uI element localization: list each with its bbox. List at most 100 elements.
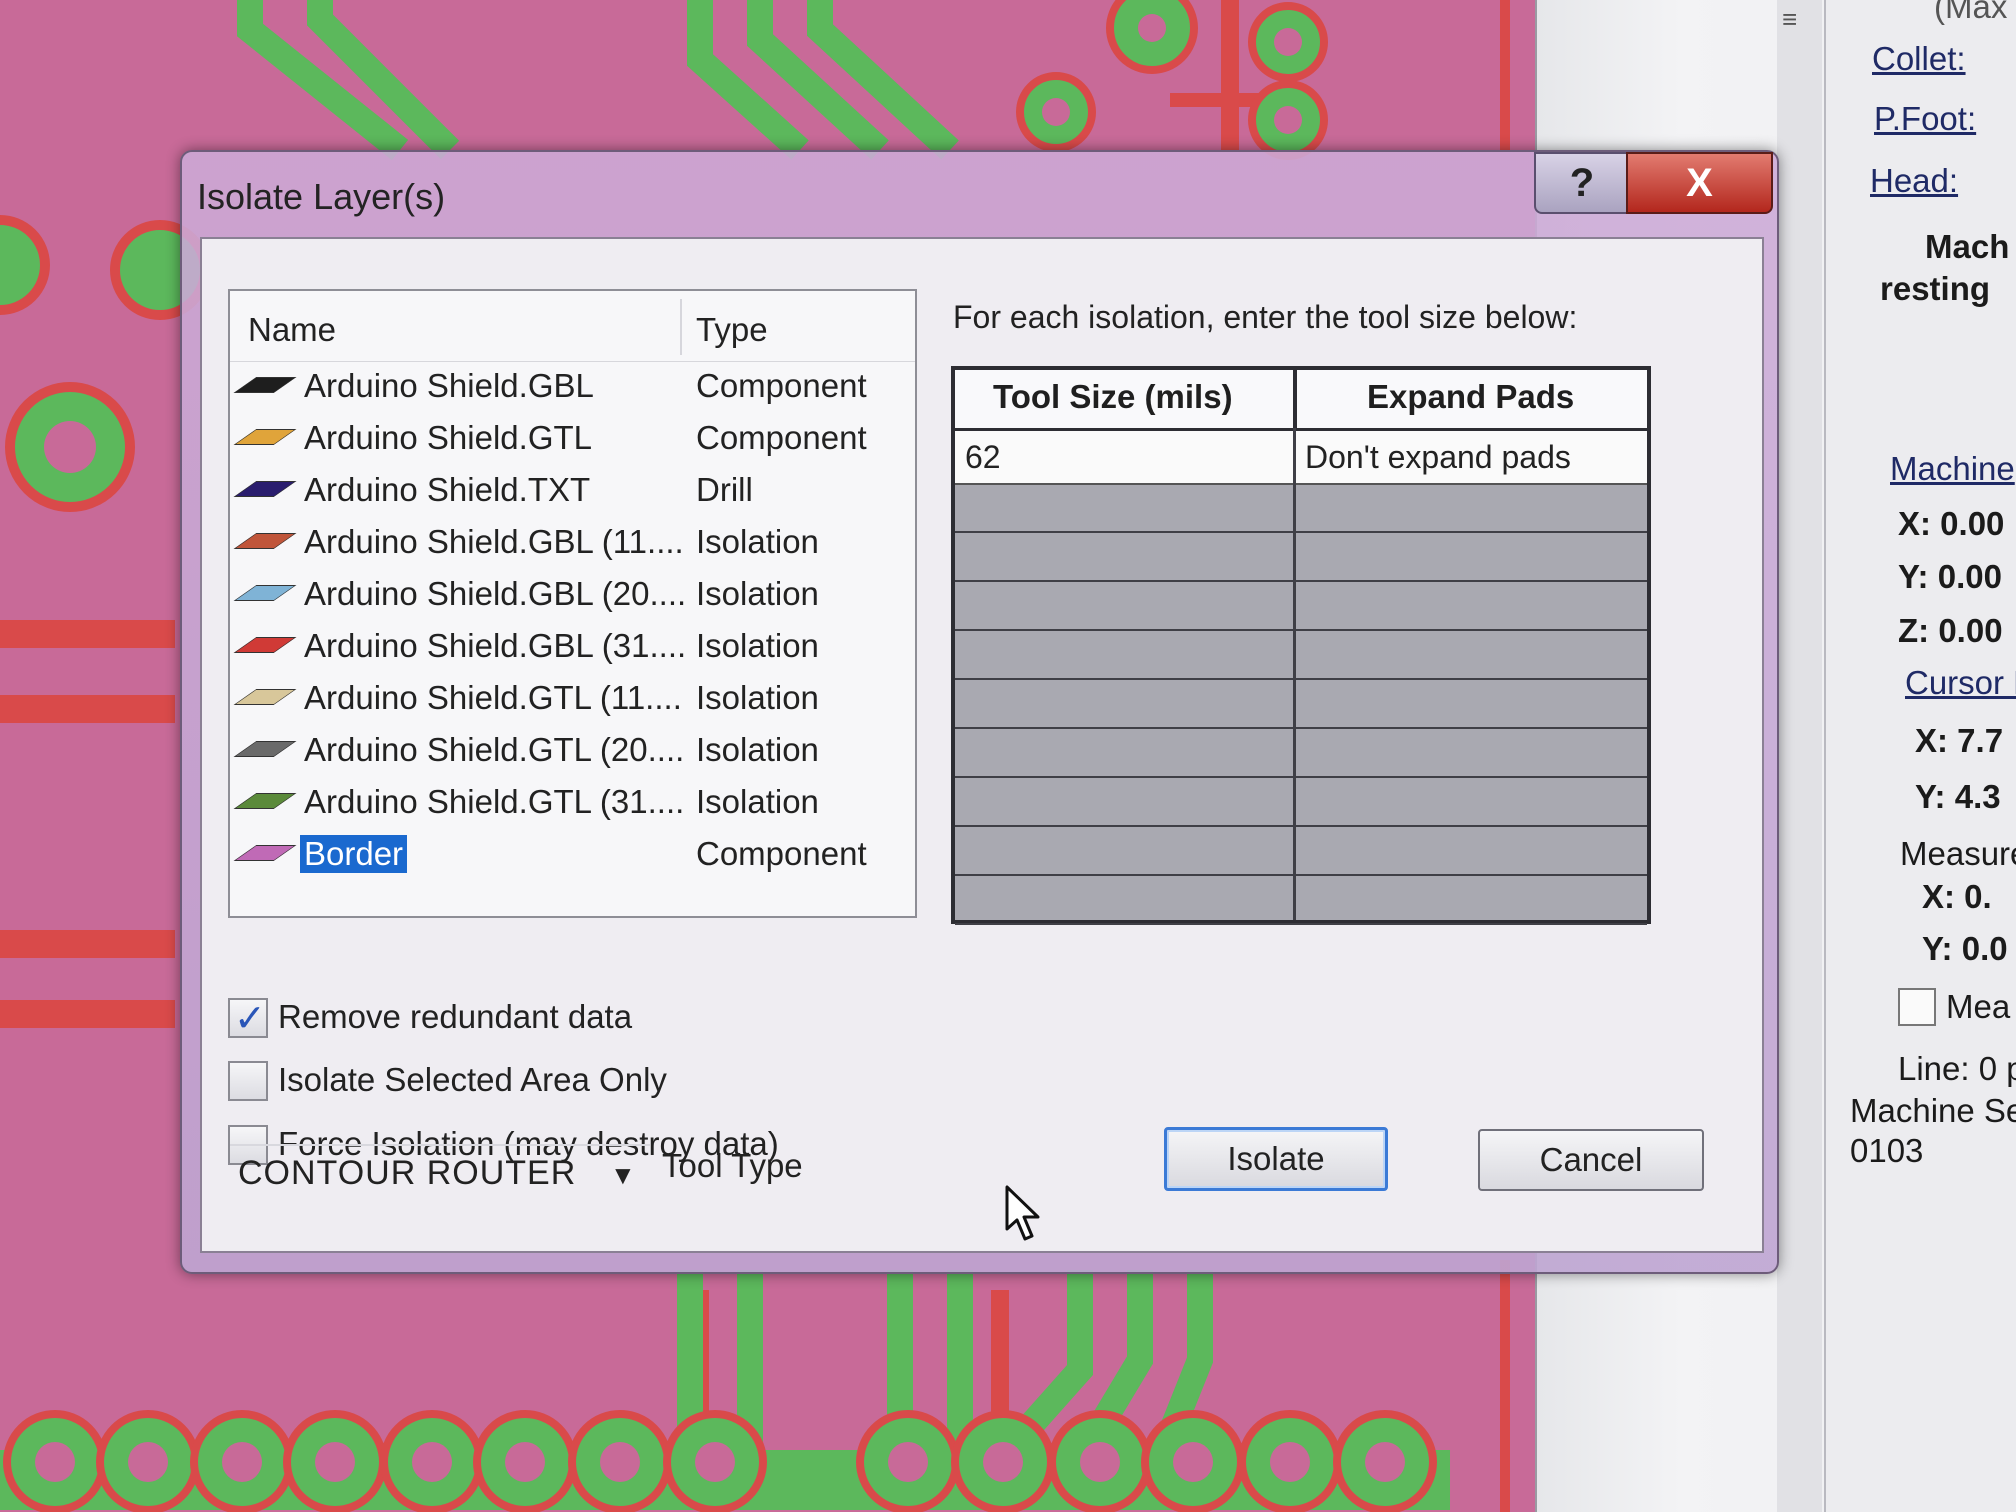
grid-row-line — [955, 531, 1647, 533]
machine-x: X: 0.00 — [1898, 505, 2005, 542]
layer-type: Component — [696, 835, 867, 872]
tool-type-select[interactable]: CONTOUR ROUTER ▼ — [230, 1144, 650, 1202]
cancel-button[interactable]: Cancel — [1478, 1129, 1704, 1191]
layer-color-icon — [233, 793, 297, 809]
pcb-pad-hole — [505, 1442, 545, 1482]
pfoot-link[interactable]: P.Foot: — [1874, 100, 1976, 138]
grid-row-line — [955, 580, 1647, 582]
table-row[interactable]: 62 Don't expand pads — [955, 431, 1647, 485]
grid-row-line — [955, 776, 1647, 778]
layer-row[interactable]: Arduino Shield.GBL Component — [230, 361, 915, 413]
layer-color-icon — [233, 377, 297, 393]
pcb-pad-hole — [35, 1442, 75, 1482]
cursor-header[interactable]: Cursor P — [1905, 664, 2016, 702]
pcb-pad-hole — [983, 1442, 1023, 1482]
layer-row[interactable]: Arduino Shield.GBL (31.... Isolation — [230, 621, 915, 673]
isolate-button[interactable]: Isolate — [1164, 1127, 1388, 1191]
cell-tool-size[interactable]: 62 — [965, 439, 1001, 476]
layer-color-icon — [233, 741, 297, 757]
machine-header[interactable]: Machine — [1890, 450, 2015, 488]
layer-row[interactable]: Arduino Shield.GTL (11.... Isolation — [230, 673, 915, 725]
layer-name[interactable]: Border — [300, 835, 408, 873]
cell-expand-pads[interactable]: Don't expand pads — [1305, 439, 1571, 476]
layer-row[interactable]: Arduino Shield.GTL (20.... Isolation — [230, 725, 915, 777]
measure-y: Y: 0.0 — [1922, 930, 2008, 967]
title-buttons: ? X — [1534, 152, 1773, 214]
layer-type: Isolation — [696, 783, 819, 820]
checkmark-icon: ✓ — [234, 998, 266, 1040]
tool-table-header: Tool Size (mils) Expand Pads — [955, 370, 1647, 431]
layer-name[interactable]: Arduino Shield.GTL (11.... — [300, 679, 686, 717]
layer-row[interactable]: Border Component — [230, 829, 915, 881]
layer-row[interactable]: Arduino Shield.GTL (31.... Isolation — [230, 777, 915, 829]
column-divider[interactable] — [680, 299, 682, 355]
grid-row-line — [955, 678, 1647, 680]
layer-type: Isolation — [696, 627, 819, 664]
layer-name[interactable]: Arduino Shield.GTL (20.... — [300, 731, 688, 769]
layer-type: Component — [696, 367, 867, 404]
layer-type: Isolation — [696, 731, 819, 768]
instruction-text: For each isolation, enter the tool size … — [953, 299, 1578, 335]
code-label: 0103 — [1850, 1132, 1924, 1169]
pcb-pad-hole — [888, 1442, 928, 1482]
layer-row[interactable]: Arduino Shield.GTL Component — [230, 413, 915, 465]
layer-color-icon — [233, 845, 297, 861]
layer-row[interactable]: Arduino Shield.GBL (11.... Isolation — [230, 517, 915, 569]
grid-row-line — [955, 727, 1647, 729]
max-label: (Max — [1934, 0, 2008, 25]
measure-checkbox[interactable] — [1898, 988, 1936, 1026]
layer-color-icon — [233, 585, 297, 601]
layer-name[interactable]: Arduino Shield.GBL — [300, 367, 598, 405]
layer-type: Component — [696, 419, 867, 456]
grid-row-line — [955, 825, 1647, 827]
pcb-pad-hole — [1270, 1442, 1310, 1482]
layer-list-header: Name Type — [230, 291, 915, 362]
layer-name[interactable]: Arduino Shield.GTL — [300, 419, 596, 457]
layer-type: Isolation — [696, 679, 819, 716]
layer-color-icon — [233, 481, 297, 497]
isolate-selected-checkbox[interactable] — [228, 1061, 268, 1101]
cursor-x: X: 7.7 — [1915, 722, 2004, 759]
pcb-pad-hole — [128, 1442, 168, 1482]
layer-name[interactable]: Arduino Shield.GTL (31.... — [300, 783, 688, 821]
remove-redundant-checkbox[interactable]: ✓ — [228, 998, 268, 1040]
isolate-layers-dialog: Isolate Layer(s) ? X Name Type Arduino S… — [180, 150, 1779, 1274]
machine-se-label: Machine Se — [1850, 1092, 2016, 1129]
column-header-type[interactable]: Type — [696, 311, 768, 349]
grip-icon[interactable]: ≡ — [1782, 6, 1808, 32]
layer-type: Drill — [696, 471, 753, 508]
collet-link[interactable]: Collet: — [1872, 40, 1966, 78]
layer-name[interactable]: Arduino Shield.TXT — [300, 471, 594, 509]
tool-type-value[interactable]: CONTOUR ROUTER — [238, 1154, 576, 1193]
isolate-selected-label[interactable]: Isolate Selected Area Only — [278, 1061, 667, 1099]
dialog-client: Name Type Arduino Shield.GBL Component Ard… — [200, 237, 1764, 1253]
cursor-y: Y: 4.3 — [1915, 778, 2001, 815]
dropdown-arrow-icon[interactable]: ▼ — [610, 1160, 636, 1191]
mach-status-1: Mach — [1925, 228, 2010, 265]
help-button[interactable]: ? — [1534, 152, 1630, 214]
line-label: Line: 0 p — [1898, 1050, 2016, 1087]
column-header-name[interactable]: Name — [248, 311, 336, 349]
close-button[interactable]: X — [1626, 152, 1773, 214]
pcb-pad-hole — [1365, 1442, 1405, 1482]
measure-header: Measure — [1900, 835, 2016, 872]
layer-row[interactable]: Arduino Shield.TXT Drill — [230, 465, 915, 517]
remove-redundant-label[interactable]: Remove redundant data — [278, 998, 632, 1036]
layer-name[interactable]: Arduino Shield.GBL (31.... — [300, 627, 690, 665]
layer-row[interactable]: Arduino Shield.GBL (20.... Isolation — [230, 569, 915, 621]
measure-check-label: Mea — [1946, 988, 2011, 1025]
layer-type: Isolation — [696, 575, 819, 612]
pcb-pad-hole — [412, 1442, 452, 1482]
layer-name[interactable]: Arduino Shield.GBL (20.... — [300, 575, 690, 613]
pcb-pad-hole — [600, 1442, 640, 1482]
machine-y: Y: 0.00 — [1898, 558, 2002, 595]
tool-type-label: Tool Type — [662, 1147, 803, 1184]
layer-list[interactable]: Name Type Arduino Shield.GBL Component Ard… — [228, 289, 917, 918]
header-tool-size: Tool Size (mils) — [993, 378, 1233, 415]
pcb-pad-hole — [222, 1442, 262, 1482]
layer-color-icon — [233, 533, 297, 549]
tool-size-table[interactable]: Tool Size (mils) Expand Pads 62 Don't ex… — [951, 366, 1651, 925]
dialog-title: Isolate Layer(s) — [197, 176, 446, 217]
layer-name[interactable]: Arduino Shield.GBL (11.... — [300, 523, 688, 561]
head-link[interactable]: Head: — [1870, 162, 1958, 200]
